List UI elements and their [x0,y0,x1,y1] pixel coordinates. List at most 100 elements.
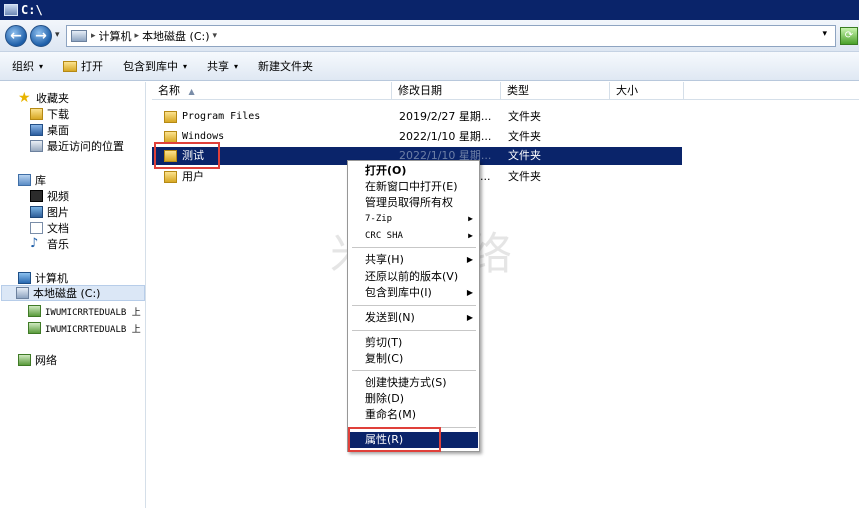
nav-favorites[interactable]: ★ 收藏夹 [18,90,69,106]
nav-libraries[interactable]: 库 [18,172,46,188]
column-size-label: 大小 [616,84,638,97]
title-bar: C:\ [0,0,859,20]
nav-videos[interactable]: 视频 [30,188,69,204]
chevron-down-icon: ▾ [234,61,239,71]
desktop-icon [30,124,43,136]
nav-computer[interactable]: 计算机 [18,270,68,286]
file-date: 2019/2/27 星期... [399,110,492,123]
network-icon [18,354,31,366]
menu-item-send-to[interactable]: 发送到(N) ▶ [350,310,478,326]
column-name-label: 名称 [158,84,180,97]
submenu-arrow-icon: ▶ [466,313,473,322]
forward-button[interactable]: → [30,25,52,47]
submenu-arrow-icon: ▶ [468,214,473,223]
include-in-library-label: 包含到库中 [123,60,179,73]
file-name: 用户 [182,170,204,183]
menu-item-open-new-window[interactable]: 在新窗口中打开(E) [350,179,478,195]
table-row[interactable]: Windows 2022/1/10 星期... 文件夹 [152,128,682,146]
breadcrumb-computer[interactable]: 计算机 [99,28,132,44]
folder-icon [164,111,177,123]
nav-network-drive-2[interactable]: IWUMICRRTEDUALB 上 [28,320,141,336]
downloads-folder-icon [30,108,43,120]
menu-item-include-library-label: 包含到库中(I) [365,286,432,299]
highlight-selected-folder [154,142,220,169]
column-header-date[interactable]: 修改日期 [392,82,501,100]
computer-icon [71,30,87,42]
highlight-properties [348,427,441,452]
menu-item-share[interactable]: 共享(H) ▶ [350,252,478,268]
share-label: 共享 [207,60,230,73]
menu-item-send-to-label: 发送到(N) [365,311,415,324]
nav-network-drive-1[interactable]: IWUMICRRTEDUALB 上 [28,303,141,319]
recent-places-icon [30,140,43,152]
star-icon: ★ [18,90,31,106]
submenu-arrow-icon: ▶ [468,231,473,240]
document-icon [30,222,43,234]
organize-button[interactable]: 组织 ▾ [12,58,43,74]
menu-item-7zip-label: 7-Zip [365,214,393,224]
open-folder-icon [63,60,78,72]
network-drive-icon [28,322,41,334]
breadcrumb-chevron-down-icon[interactable]: ▾ [213,31,218,41]
submenu-arrow-icon: ▶ [466,255,473,264]
breadcrumb-separator-icon[interactable]: ▸ [135,31,140,41]
nav-pictures-label: 图片 [47,206,69,219]
picture-icon [30,206,43,218]
menu-item-delete[interactable]: 删除(D) [350,391,478,407]
new-folder-button[interactable]: 新建文件夹 [258,58,313,74]
column-type-label: 类型 [507,84,529,97]
menu-item-cut[interactable]: 剪切(T) [350,335,478,351]
organize-label: 组织 [12,60,34,73]
menu-item-restore-previous[interactable]: 还原以前的版本(V) [350,269,478,285]
nav-recent-label: 最近访问的位置 [47,140,124,153]
address-bar[interactable]: ▸ 计算机 ▸ 本地磁盘 (C:) ▾ ▾ [66,25,836,47]
nav-network[interactable]: 网络 [18,352,57,368]
menu-item-open[interactable]: 打开(O) [350,163,478,179]
table-row[interactable]: Program Files 2019/2/27 星期... 文件夹 [152,108,682,126]
back-button[interactable]: ← [5,25,27,47]
nav-local-disk[interactable]: 本地磁盘 (C:) [1,285,145,301]
open-label: 打开 [81,60,104,73]
library-icon [18,174,31,186]
hard-drive-icon [16,287,29,299]
nav-pictures[interactable]: 图片 [30,204,69,220]
nav-documents[interactable]: 文档 [30,220,69,236]
menu-item-create-shortcut[interactable]: 创建快捷方式(S) [350,375,478,391]
recent-pages-dropdown-icon[interactable]: ▾ [55,30,60,40]
file-name: Program Files [182,111,261,122]
nav-desktop-label: 桌面 [47,124,69,137]
nav-computer-label: 计算机 [35,272,68,285]
refresh-button[interactable]: ⟳ [840,27,858,45]
menu-item-crc-sha[interactable]: CRC SHA ▶ [350,228,478,244]
nav-videos-label: 视频 [47,190,69,203]
nav-local-disk-label: 本地磁盘 (C:) [33,287,101,300]
new-folder-label: 新建文件夹 [258,60,314,73]
nav-desktop[interactable]: 桌面 [30,122,69,138]
nav-downloads-label: 下载 [47,108,69,121]
navigation-pane: ★ 收藏夹 下载 桌面 最近访问的位置 库 视频 图片 文档 ♪ 音乐 计算机 … [0,82,146,508]
column-header-name[interactable]: 名称 ▲ [152,82,392,100]
nav-recent[interactable]: 最近访问的位置 [30,138,124,154]
column-header-type[interactable]: 类型 [501,82,610,100]
nav-network-drive-1-label: IWUMICRRTEDUALB 上 [45,307,141,318]
nav-music-label: 音乐 [47,238,69,251]
menu-item-copy[interactable]: 复制(C) [350,351,478,367]
menu-item-7zip[interactable]: 7-Zip ▶ [350,211,478,227]
command-toolbar: 组织 ▾ 打开 包含到库中 ▾ 共享 ▾ 新建文件夹 [0,52,859,81]
menu-item-take-ownership[interactable]: 管理员取得所有权 [350,195,478,211]
nav-music[interactable]: ♪ 音乐 [30,236,69,252]
nav-downloads[interactable]: 下载 [30,106,69,122]
chevron-down-icon: ▾ [39,61,44,71]
menu-item-share-label: 共享(H) [365,253,404,266]
column-header-size[interactable]: 大小 [610,82,684,100]
column-date-label: 修改日期 [398,84,442,97]
breadcrumb-local-disk[interactable]: 本地磁盘 (C:) [142,28,209,44]
share-button[interactable]: 共享 ▾ [207,58,238,74]
include-in-library-button[interactable]: 包含到库中 ▾ [123,58,187,74]
address-dropdown-icon[interactable]: ▾ [822,29,827,39]
menu-separator [352,330,476,331]
menu-item-rename[interactable]: 重命名(M) [350,407,478,423]
menu-item-include-library[interactable]: 包含到库中(I) ▶ [350,285,478,301]
breadcrumb-separator-icon[interactable]: ▸ [91,31,96,41]
open-button[interactable]: 打开 [63,58,103,74]
